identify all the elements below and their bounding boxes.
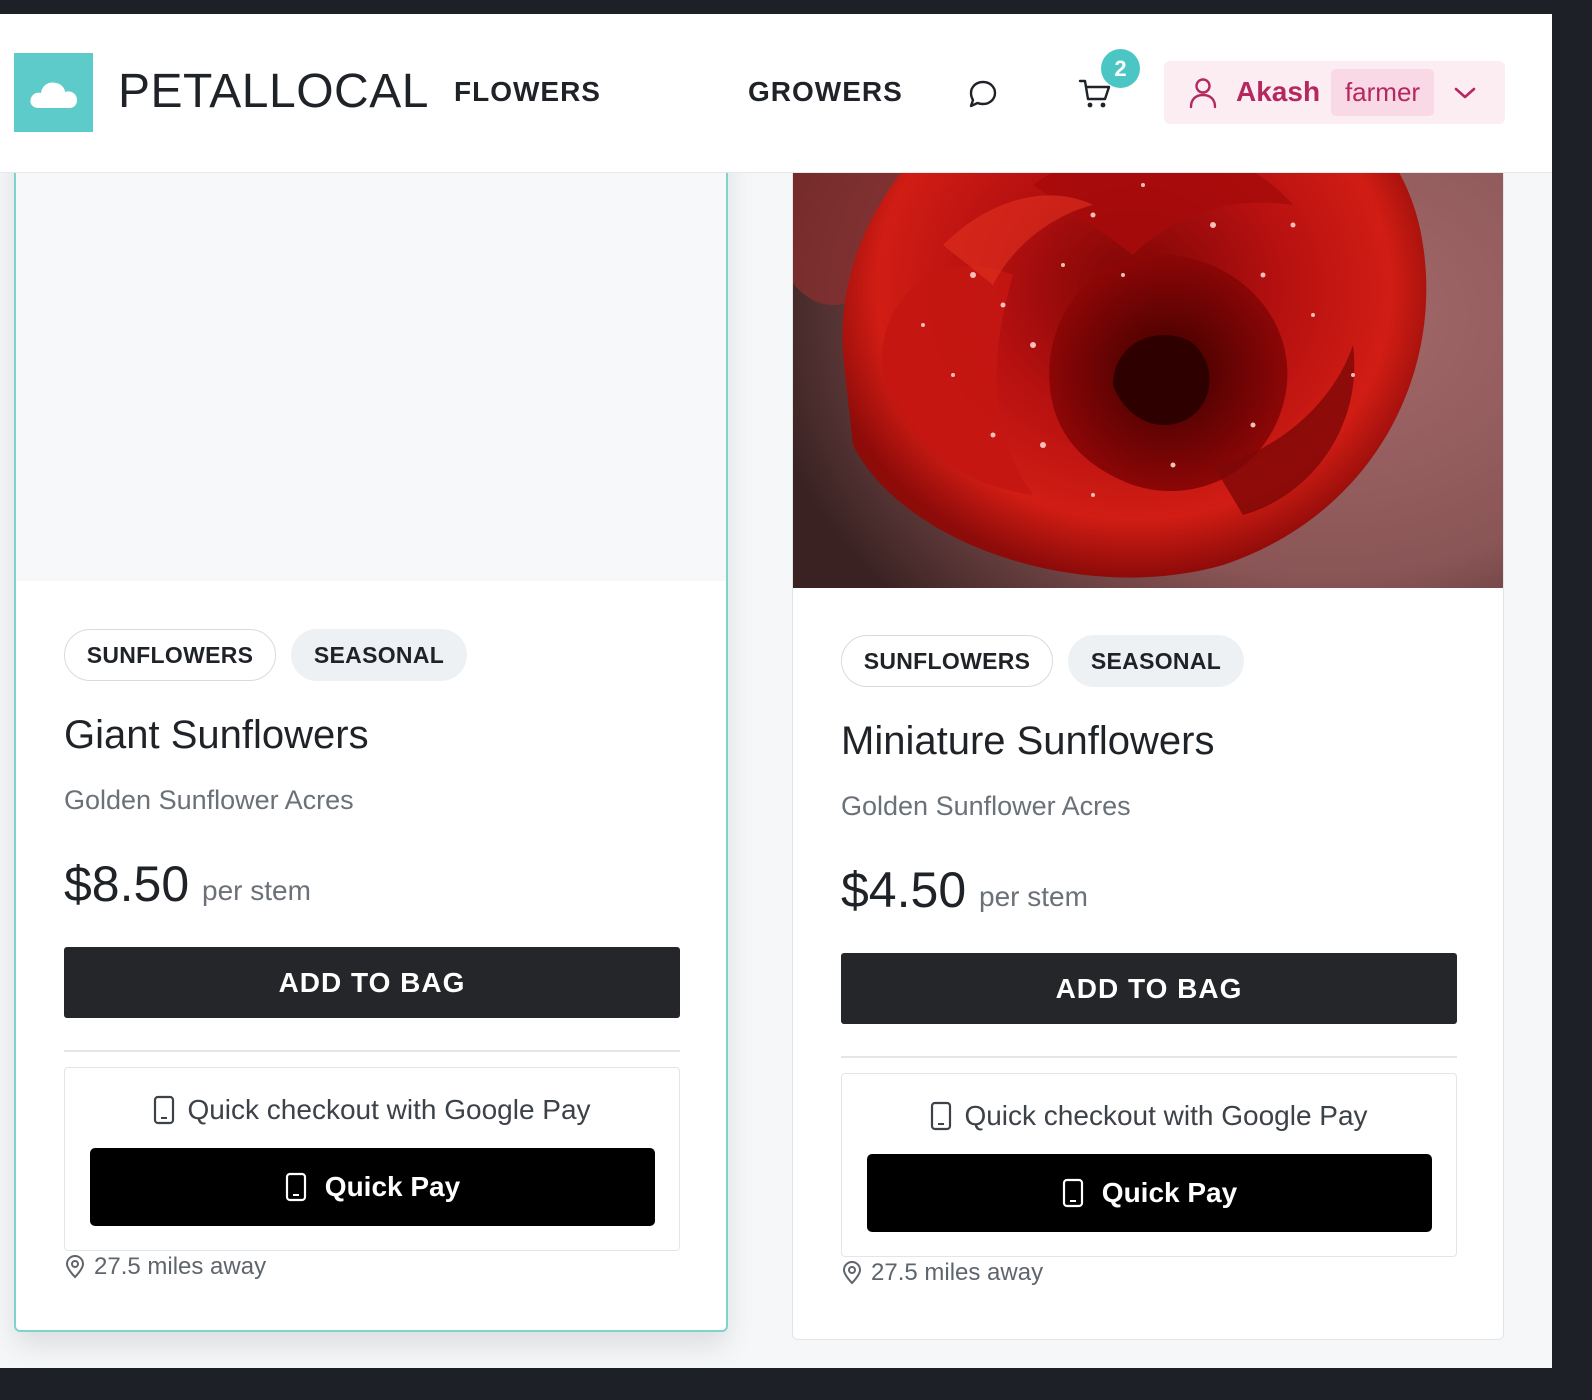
- product-name[interactable]: Miniature Sunflowers: [841, 719, 1215, 764]
- product-price: $8.50: [64, 856, 190, 912]
- browser-top-edge: [0, 0, 1592, 14]
- distance-text: 27.5 miles away: [871, 1259, 1044, 1286]
- chevron-down-icon[interactable]: [1450, 81, 1480, 105]
- google-pay-caption: Quick checkout with Google Pay: [65, 1094, 679, 1126]
- user-role-badge: farmer: [1331, 69, 1434, 116]
- product-name[interactable]: Giant Sunflowers: [64, 713, 369, 758]
- product-card-body: SUNFLOWERS SEASONAL Giant Sunflowers Gol…: [64, 629, 680, 1280]
- distance-info: 27.5 miles away: [64, 1253, 266, 1281]
- quick-pay-label: Quick Pay: [324, 1171, 461, 1202]
- quick-pay-label: Quick Pay: [1101, 1177, 1238, 1208]
- grower-name[interactable]: Golden Sunflower Acres: [64, 785, 354, 816]
- cloud-logo-icon: [29, 81, 77, 108]
- tag-seasonal[interactable]: SEASONAL: [1068, 635, 1244, 687]
- window-right-edge: [1552, 14, 1592, 1400]
- user-menu[interactable]: Akash farmer: [1164, 61, 1505, 124]
- google-pay-text: Quick checkout with Google Pay: [964, 1100, 1368, 1131]
- quick-pay-button[interactable]: Quick Pay: [867, 1154, 1432, 1232]
- nav-growers[interactable]: GROWERS: [748, 76, 903, 108]
- site-header: PETALLOCAL FLOWERS GROWERS 2 Akash farme…: [0, 14, 1552, 173]
- phone-icon: [285, 1172, 306, 1202]
- product-card[interactable]: SUNFLOWERS SEASONAL Giant Sunflowers Gol…: [14, 44, 728, 1332]
- quick-pay-button[interactable]: Quick Pay: [90, 1148, 655, 1226]
- cart-count-badge: 2: [1101, 49, 1140, 88]
- google-pay-caption: Quick checkout with Google Pay: [842, 1100, 1456, 1132]
- google-pay-panel: Quick checkout with Google Pay Quick Pay: [64, 1067, 680, 1251]
- user-icon: [1189, 78, 1217, 109]
- nav-flowers[interactable]: FLOWERS: [454, 76, 601, 108]
- chat-bubble-icon: [969, 80, 997, 108]
- distance-text: 27.5 miles away: [94, 1253, 267, 1280]
- map-pin-icon: [65, 1255, 85, 1279]
- tag-seasonal[interactable]: SEASONAL: [291, 629, 467, 681]
- divider: [64, 1050, 680, 1052]
- distance-info: 27.5 miles away: [841, 1259, 1043, 1287]
- add-to-bag-button[interactable]: ADD TO BAG: [841, 953, 1457, 1024]
- window-bottom-edge: [0, 1368, 1592, 1400]
- phone-icon: [154, 1095, 175, 1125]
- brand-name[interactable]: PETALLOCAL: [118, 64, 429, 119]
- map-pin-icon: [842, 1261, 862, 1285]
- tag-list: SUNFLOWERS SEASONAL: [841, 635, 1455, 687]
- user-name: Akash: [1236, 76, 1321, 107]
- phone-icon: [931, 1101, 952, 1131]
- grower-name[interactable]: Golden Sunflower Acres: [841, 791, 1131, 822]
- logo[interactable]: [14, 53, 93, 132]
- page-viewport: SUNFLOWERS SEASONAL Giant Sunflowers Gol…: [0, 14, 1552, 1368]
- product-card[interactable]: SUNFLOWERS SEASONAL Miniature Sunflowers…: [792, 44, 1504, 1340]
- add-to-bag-button[interactable]: ADD TO BAG: [64, 947, 680, 1018]
- tag-sunflowers[interactable]: SUNFLOWERS: [64, 629, 276, 681]
- google-pay-text: Quick checkout with Google Pay: [187, 1094, 591, 1125]
- google-pay-panel: Quick checkout with Google Pay Quick Pay: [841, 1073, 1457, 1257]
- product-card-body: SUNFLOWERS SEASONAL Miniature Sunflowers…: [841, 635, 1457, 1286]
- divider: [841, 1056, 1457, 1058]
- price-unit: per stem: [202, 875, 311, 906]
- tag-list: SUNFLOWERS SEASONAL: [64, 629, 678, 681]
- product-price: $4.50: [841, 862, 967, 918]
- price-unit: per stem: [979, 881, 1088, 912]
- messages-button[interactable]: [963, 74, 1003, 114]
- phone-icon: [1062, 1178, 1083, 1208]
- tag-sunflowers[interactable]: SUNFLOWERS: [841, 635, 1053, 687]
